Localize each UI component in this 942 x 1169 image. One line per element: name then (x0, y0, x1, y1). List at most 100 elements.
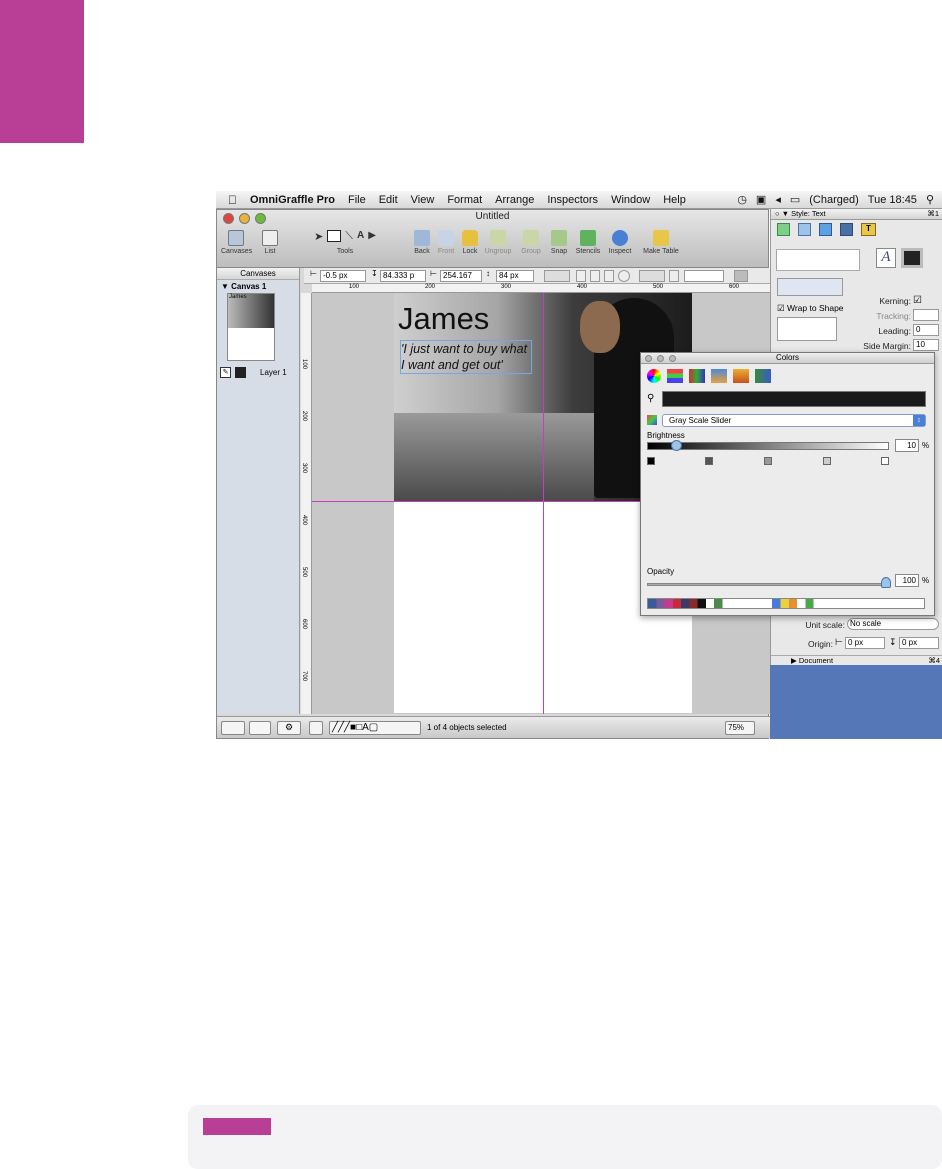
text-tab-icon[interactable]: T (861, 223, 876, 236)
snap-button[interactable]: Snap (544, 230, 574, 255)
unit-scale-select[interactable]: No scale (847, 618, 939, 630)
layer-print-icon[interactable] (235, 366, 246, 378)
menu-file[interactable]: File (348, 194, 366, 206)
swatch-gray[interactable] (764, 457, 772, 465)
align-left-button[interactable] (576, 270, 586, 282)
gear-icon[interactable]: ⚙ (277, 721, 301, 735)
lines-tab-icon[interactable] (798, 223, 811, 236)
image-tab-icon[interactable] (840, 223, 853, 236)
kerning-checkbox[interactable]: ☑ (913, 295, 922, 306)
menu-format[interactable]: Format (447, 194, 482, 206)
swatch-light-gray[interactable] (823, 457, 831, 465)
time-machine-icon[interactable]: ◷ (737, 193, 747, 206)
swatch-white[interactable] (881, 457, 889, 465)
group-button[interactable]: Group (516, 230, 546, 255)
stroke-width-field[interactable] (684, 270, 724, 282)
apple-icon[interactable]:  (228, 193, 237, 207)
zoom-toggle-button[interactable] (309, 721, 323, 735)
menu-edit[interactable]: Edit (379, 194, 398, 206)
stroke-style-button[interactable] (669, 270, 679, 282)
menu-view[interactable]: View (411, 194, 435, 206)
shadow-tab-icon[interactable] (819, 223, 832, 236)
battery-icon[interactable]: ▭ (790, 193, 800, 206)
text-tool-icon[interactable]: A (357, 230, 364, 246)
shape-tool-icon[interactable] (327, 230, 342, 242)
magnifier-icon[interactable]: ⚲ (647, 393, 654, 404)
font-button[interactable]: A (876, 248, 896, 268)
brightness-field[interactable]: 10 (895, 439, 919, 452)
origin-y-field[interactable]: 0 px (899, 637, 939, 649)
brightness-knob[interactable] (671, 440, 682, 451)
layer-row[interactable]: ✎ Layer 1 (217, 365, 299, 379)
color-sliders-icon[interactable] (667, 369, 683, 383)
canvas-list-item[interactable]: ▼ Canvas 1 (217, 280, 299, 293)
origin-x-field[interactable]: 0 px (845, 637, 885, 649)
display-icon[interactable]: ▣ (756, 193, 766, 206)
lock-button[interactable]: Lock (455, 230, 485, 255)
more-tools-icon[interactable]: ▶ (368, 230, 376, 246)
image-palettes-icon[interactable] (711, 369, 727, 383)
make-table-button[interactable]: Make Table (637, 230, 685, 255)
canvas-thumbnail[interactable]: James (227, 293, 275, 361)
align-right-button[interactable] (604, 270, 614, 282)
x-field[interactable]: -0.5 px (320, 270, 366, 282)
pointer-tool-icon[interactable]: ➤ (314, 230, 323, 246)
brightness-slider[interactable] (647, 442, 889, 450)
colors-zoom-button[interactable] (669, 355, 676, 362)
menu-inspectors[interactable]: Inspectors (547, 194, 598, 206)
vertical-placement-buttons[interactable] (777, 278, 843, 296)
text-alignment-presets[interactable] (776, 249, 860, 271)
color-wheel-icon[interactable] (647, 369, 661, 383)
height-field[interactable]: 84 px (496, 270, 534, 282)
fill-color-well[interactable] (544, 270, 570, 282)
pencil-icon[interactable]: ✎ (220, 366, 231, 378)
tracking-field[interactable] (913, 309, 939, 321)
canvases-button[interactable]: Canvases (221, 230, 252, 255)
opacity-knob[interactable] (881, 577, 891, 588)
shadow-toggle[interactable] (734, 270, 748, 282)
text-position-buttons[interactable] (777, 317, 837, 341)
zoom-select[interactable]: 75% (725, 721, 755, 735)
ungroup-button[interactable]: Ungroup (483, 230, 513, 255)
stroke-color-well[interactable] (639, 270, 665, 282)
app-menu[interactable]: OmniGraffle Pro (250, 194, 335, 206)
clock[interactable]: Tue 18:45 (868, 194, 917, 206)
text-color-well[interactable] (901, 248, 923, 268)
vertical-guide[interactable] (543, 293, 544, 714)
color-palettes-icon[interactable] (689, 369, 705, 383)
swatch-dark-gray[interactable] (705, 457, 713, 465)
colors-minimize-button[interactable] (657, 355, 664, 362)
current-color-well[interactable] (662, 391, 926, 407)
volume-icon[interactable]: ◂ (775, 193, 781, 206)
opacity-slider[interactable] (647, 583, 889, 586)
color-mode-select[interactable]: Gray Scale Slider ↕ (662, 414, 926, 427)
line-tool-icon[interactable]: ⟍ (345, 230, 353, 246)
add-layer-button[interactable] (249, 721, 271, 735)
swatch-black[interactable] (647, 457, 655, 465)
style-tray[interactable]: ╱╱╱■□A▢ (329, 721, 421, 735)
document-inspector-header[interactable]: ▶ Document ⌘4 (771, 655, 942, 665)
rotate-button[interactable] (618, 270, 630, 282)
side-margin-field[interactable]: 10 (913, 339, 939, 351)
spotlight-icon[interactable]: ⚲ (926, 193, 934, 206)
stencils-button[interactable]: Stencils (573, 230, 603, 255)
menu-help[interactable]: Help (663, 194, 686, 206)
opacity-field[interactable]: 100 (895, 574, 919, 587)
crayons-icon[interactable] (733, 369, 749, 383)
menu-window[interactable]: Window (611, 194, 650, 206)
add-canvas-button[interactable] (221, 721, 245, 735)
width-field[interactable]: 254.167 (440, 270, 482, 282)
colors-close-button[interactable] (645, 355, 652, 362)
fill-tab-icon[interactable] (777, 223, 790, 236)
canvas-title-text[interactable]: James (398, 301, 489, 337)
inspect-button[interactable]: Inspect (605, 230, 635, 255)
align-center-button[interactable] (590, 270, 600, 282)
leading-field[interactable]: 0 (913, 324, 939, 336)
wrap-to-shape-checkbox[interactable]: ☑ Wrap to Shape (777, 303, 844, 314)
menu-arrange[interactable]: Arrange (495, 194, 534, 206)
saved-swatches-strip[interactable] (647, 598, 925, 609)
y-field[interactable]: 84.333 p (380, 270, 426, 282)
swatch-icon[interactable] (755, 369, 771, 383)
list-button[interactable]: List (255, 230, 285, 255)
canvas-quote-text[interactable]: 'I just want to buy what I want and get … (400, 340, 532, 374)
